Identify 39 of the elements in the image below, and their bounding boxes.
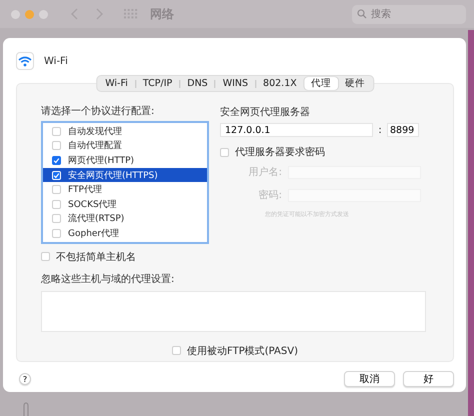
protocol-item[interactable]: Gopher代理 — [43, 226, 207, 241]
tab[interactable]: 802.1X — [256, 77, 304, 90]
protocol-item[interactable]: 流代理(RTSP) — [43, 212, 207, 226]
dialog-button[interactable]: 好 — [403, 371, 454, 387]
search-icon — [357, 9, 367, 19]
checkbox-label: 不包括简单主机名 — [56, 250, 136, 264]
protocol-item[interactable]: 自动代理配置 — [43, 138, 207, 154]
protocol-item[interactable]: 自动发现代理 — [43, 124, 207, 139]
search-field[interactable]: 搜索 — [352, 4, 466, 24]
protocol-item[interactable]: FTP代理 — [43, 182, 207, 197]
tab[interactable]: 代理 — [304, 77, 338, 90]
tab[interactable]: Wi-Fi — [98, 77, 135, 90]
checkbox-label: 代理服务器要求密码 — [235, 146, 325, 159]
bypass-label: 忽略这些主机与域的代理设置: — [41, 272, 176, 286]
checkbox[interactable] — [52, 156, 61, 165]
wifi-icon — [16, 52, 34, 70]
protocol-item[interactable]: 网页代理(HTTP) — [43, 153, 207, 168]
bypass-field[interactable] — [41, 290, 426, 332]
minimize-icon[interactable] — [25, 10, 34, 18]
password-label: 密码: — [258, 188, 282, 202]
protocol-item[interactable]: SOCKS代理 — [43, 196, 207, 212]
tab[interactable]: WINS — [216, 77, 256, 90]
username-label: 用户名: — [248, 166, 282, 179]
checkbox-label: 使用被动FTP模式(PASV) — [187, 344, 298, 358]
port-field[interactable]: 8899 — [387, 123, 419, 137]
separator: : — [377, 124, 383, 136]
tab[interactable]: 硬件 — [338, 77, 372, 90]
window-control-icon[interactable] — [11, 10, 20, 18]
host-field[interactable]: 127.0.0.1 — [220, 123, 373, 137]
dialog-button[interactable]: 取消 — [344, 371, 395, 387]
paperclip-icon — [22, 402, 30, 416]
window-control-icon[interactable] — [39, 10, 48, 18]
server-label: 安全网页代理服务器 — [220, 106, 311, 119]
tab[interactable]: DNS — [180, 77, 215, 90]
tab[interactable]: TCP/IP — [136, 77, 180, 90]
protocol-item[interactable]: 安全网页代理(HTTPS) — [43, 168, 207, 182]
list-label: 请选择一个协议进行配置: — [41, 104, 156, 118]
help-button[interactable]: ? — [19, 373, 31, 385]
service-name: Wi-Fi — [44, 56, 68, 66]
